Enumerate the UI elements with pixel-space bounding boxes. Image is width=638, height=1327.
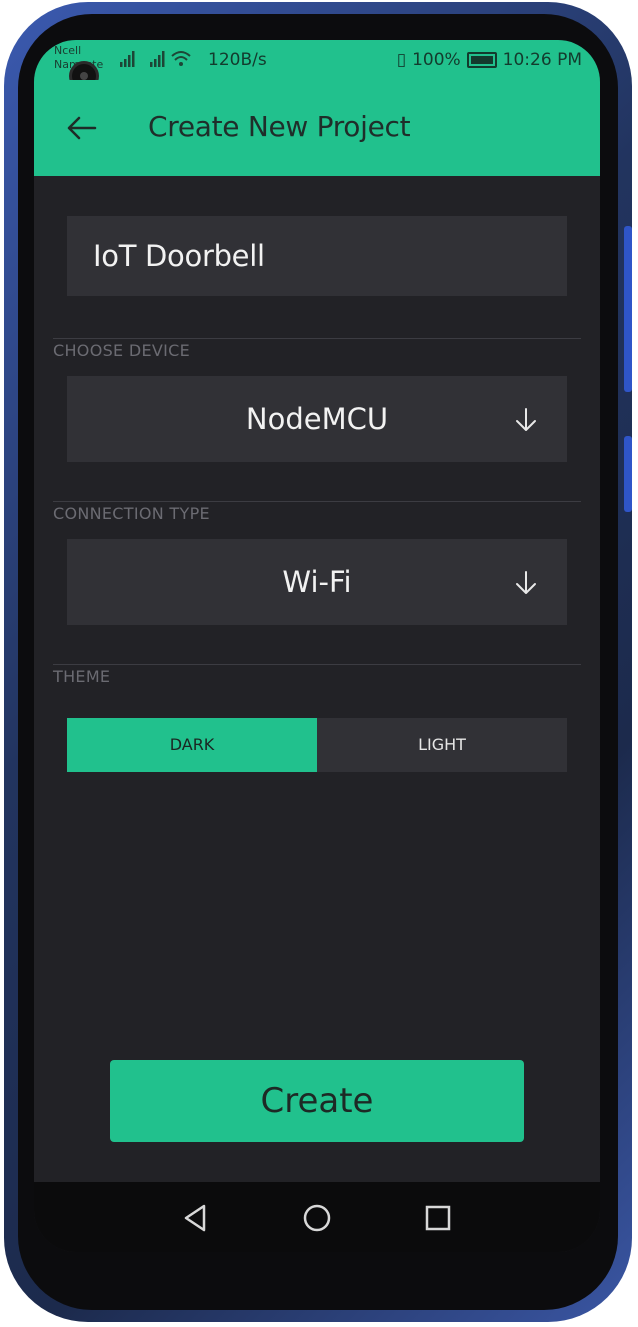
theme-light-option[interactable]: LIGHT [317, 718, 567, 772]
battery-icon [466, 52, 497, 68]
power-button [624, 436, 632, 512]
arrow-down-icon [515, 539, 537, 625]
volume-button [624, 226, 632, 392]
status-bar: Ncell Namaste 120B/s ▯ 100% [34, 40, 600, 88]
status-right: ▯ 100% 10:26 PM [397, 50, 582, 70]
carrier-line-1: Ncell [54, 44, 82, 57]
create-project-form: IoT Doorbell CHOOSE DEVICE NodeMCU CONNE… [34, 176, 600, 1182]
clock: 10:26 PM [502, 50, 582, 70]
connection-type-label: CONNECTION TYPE [53, 504, 210, 523]
navigation-bar [34, 1182, 600, 1252]
connection-select[interactable]: Wi-Fi [67, 539, 567, 625]
divider [53, 501, 581, 502]
vibrate-icon: ▯ [396, 50, 407, 70]
recents-square-icon[interactable] [418, 1198, 458, 1238]
device-select[interactable]: NodeMCU [67, 376, 567, 462]
home-circle-icon[interactable] [297, 1198, 337, 1238]
create-button[interactable]: Create [110, 1060, 524, 1142]
arrow-down-icon [515, 376, 537, 462]
connection-select-value: Wi-Fi [282, 565, 352, 599]
project-name-input[interactable]: IoT Doorbell [67, 216, 567, 296]
battery-percent: 100% [412, 50, 461, 70]
theme-toggle: DARK LIGHT [67, 718, 567, 772]
arrow-left-icon[interactable] [62, 108, 102, 148]
choose-device-label: CHOOSE DEVICE [53, 341, 191, 360]
divider [53, 664, 581, 665]
app-bar: Create New Project [34, 80, 600, 176]
device-select-value: NodeMCU [245, 402, 389, 436]
signal-icons [120, 50, 194, 72]
network-speed: 120B/s [208, 50, 267, 70]
back-triangle-icon[interactable] [176, 1198, 216, 1238]
theme-label: THEME [53, 667, 111, 686]
theme-dark-option[interactable]: DARK [67, 718, 317, 772]
page-title: Create New Project [148, 110, 411, 143]
screen: Ncell Namaste 120B/s ▯ 100% [34, 40, 600, 1252]
divider [53, 338, 581, 339]
signal-strength-icon [120, 51, 191, 67]
